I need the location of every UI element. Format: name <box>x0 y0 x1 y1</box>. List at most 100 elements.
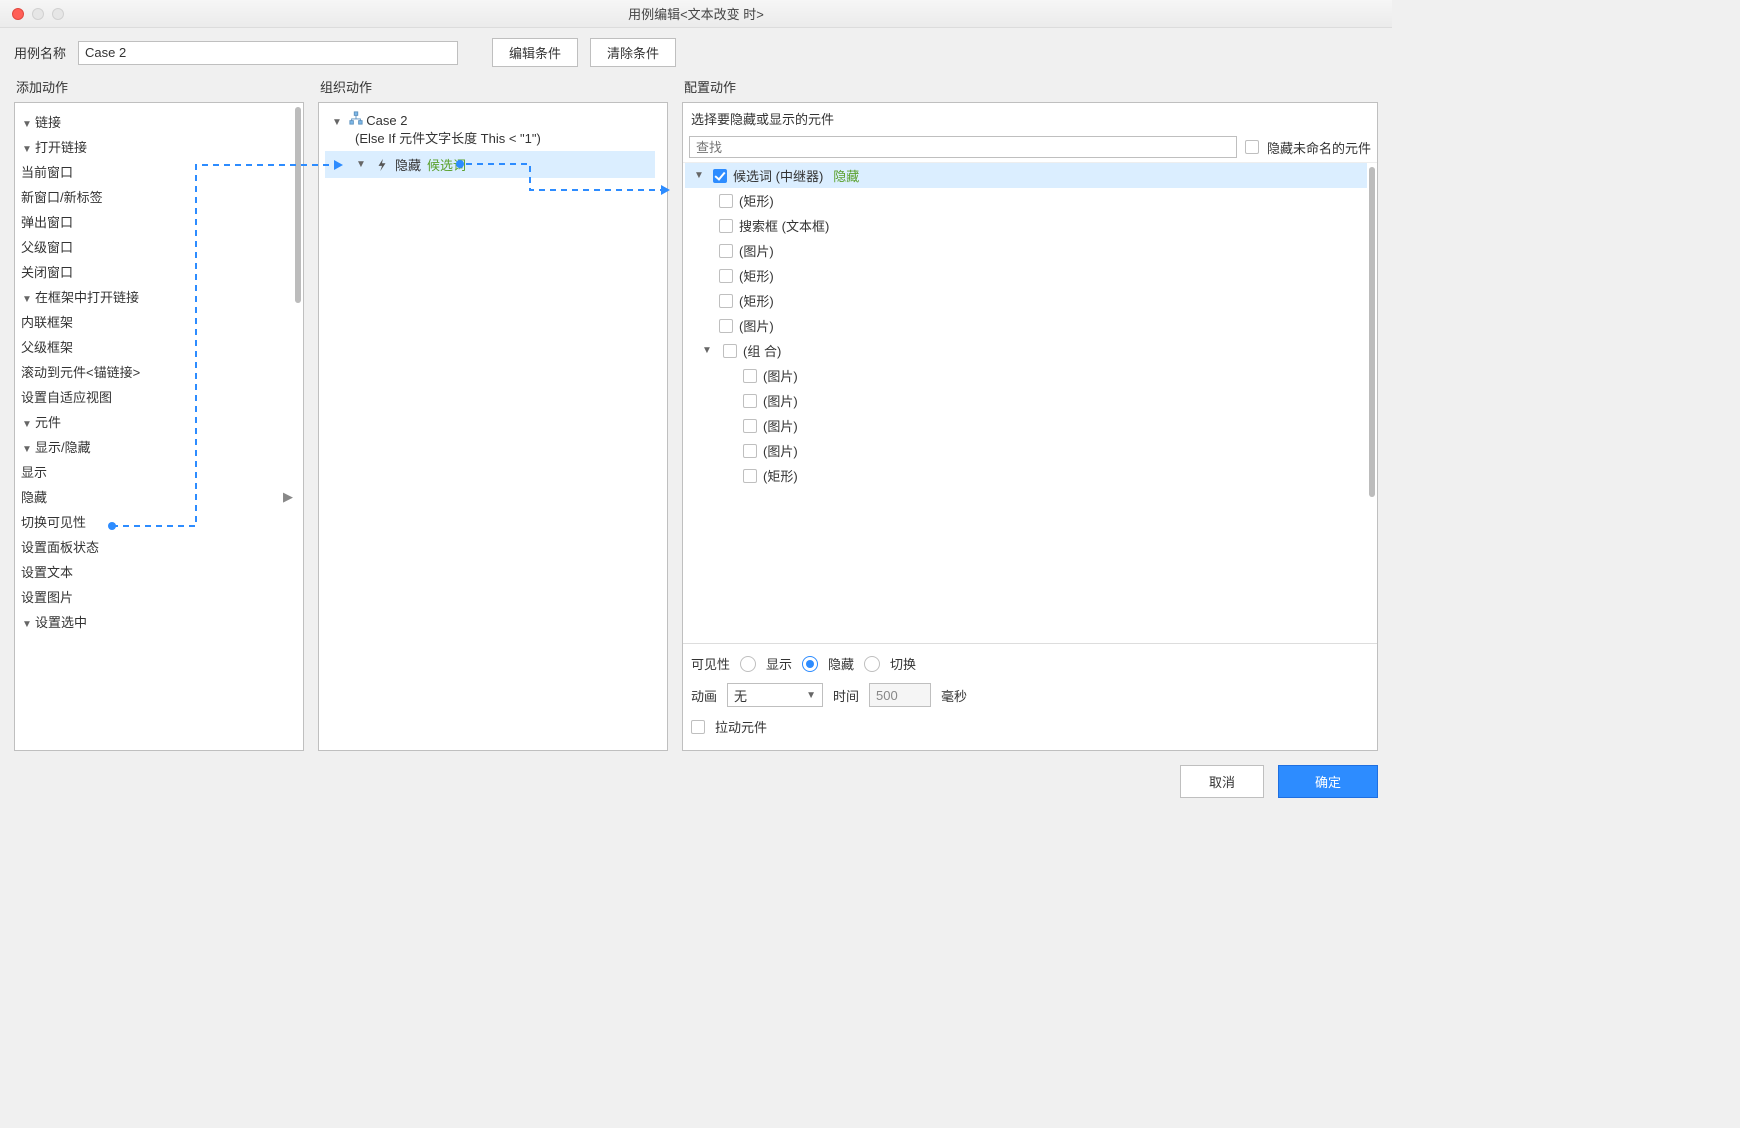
tree-close-window[interactable]: 关闭窗口 <box>21 259 291 284</box>
widget-group-rect[interactable]: (矩形) <box>685 463 1367 488</box>
widget-candidate[interactable]: ▼ 候选词 (中继器) 隐藏 <box>685 163 1367 188</box>
tree-popup-window[interactable]: 弹出窗口 <box>21 209 291 234</box>
case-label: Case 2 <box>366 113 407 128</box>
time-unit-label: 毫秒 <box>941 686 967 705</box>
widget-checkbox[interactable] <box>719 244 733 258</box>
action-tree-scroll[interactable]: ▼链接 ▼打开链接 当前窗口 新窗口/新标签 弹出窗口 父级窗口 关闭窗口 ▼在… <box>15 103 293 750</box>
disclosure-down-icon[interactable]: ▼ <box>21 619 33 630</box>
tree-inline-frame[interactable]: 内联框架 <box>21 309 291 334</box>
add-action-title: 添加动作 <box>14 73 304 102</box>
scrollbar-thumb[interactable] <box>1369 167 1375 497</box>
tree-set-adaptive[interactable]: 设置自适应视图 <box>21 384 291 409</box>
configure-pane: 选择要隐藏或显示的元件 隐藏未命名的元件 ▼ 候选词 (中继器) 隐藏 (矩形)… <box>682 102 1378 751</box>
widget-checkbox[interactable] <box>719 219 733 233</box>
disclosure-down-icon[interactable]: ▼ <box>701 345 713 356</box>
widget-group-image-4[interactable]: (图片) <box>685 438 1367 463</box>
disclosure-down-icon[interactable]: ▼ <box>355 159 367 170</box>
tree-set-panel[interactable]: 设置面板状态 <box>21 534 291 559</box>
tree-show[interactable]: 显示 <box>21 459 291 484</box>
widget-checkbox[interactable] <box>743 394 757 408</box>
window-controls <box>12 8 64 20</box>
widget-image-1[interactable]: (图片) <box>685 238 1367 263</box>
widget-searchbox[interactable]: 搜索框 (文本框) <box>685 213 1367 238</box>
configure-action-title: 配置动作 <box>682 73 1378 102</box>
widget-image-2[interactable]: (图片) <box>685 313 1367 338</box>
widget-checkbox[interactable] <box>719 294 733 308</box>
close-icon[interactable] <box>12 8 24 20</box>
window-titlebar: 用例编辑<文本改变 时> <box>0 0 1392 28</box>
tree-show-hide[interactable]: ▼显示/隐藏 <box>21 434 291 459</box>
clear-condition-button[interactable]: 清除条件 <box>590 38 676 67</box>
tree-hide[interactable]: 隐藏▶ <box>21 484 291 509</box>
chevron-down-icon: ▼ <box>806 690 816 701</box>
tree-set-selected[interactable]: ▼设置选中 <box>21 609 291 634</box>
action-target: 候选词 <box>427 155 466 174</box>
edit-condition-button[interactable]: 编辑条件 <box>492 38 578 67</box>
tree-current-window[interactable]: 当前窗口 <box>21 159 291 184</box>
widget-rect-2[interactable]: (矩形) <box>685 263 1367 288</box>
tree-open-link[interactable]: ▼打开链接 <box>21 134 291 159</box>
widget-checkbox[interactable] <box>719 319 733 333</box>
ok-button[interactable]: 确定 <box>1278 765 1378 798</box>
organize-action-section: 组织动作 ▼ Case 2 (Else If 元件文字长度 This < "1"… <box>318 73 668 751</box>
lightning-icon <box>375 158 389 172</box>
maximize-icon[interactable] <box>52 8 64 20</box>
tree-toggle-visibility[interactable]: 切换可见性 <box>21 509 291 534</box>
scrollbar-thumb[interactable] <box>295 107 301 303</box>
pull-widget-checkbox[interactable] <box>691 720 705 734</box>
tree-set-text[interactable]: 设置文本 <box>21 559 291 584</box>
widget-checkbox[interactable] <box>723 344 737 358</box>
disclosure-down-icon[interactable]: ▼ <box>21 119 33 130</box>
time-input[interactable] <box>869 683 931 707</box>
tree-parent-window[interactable]: 父级窗口 <box>21 234 291 259</box>
disclosure-down-icon[interactable]: ▼ <box>21 444 33 455</box>
configure-action-section: 配置动作 选择要隐藏或显示的元件 隐藏未命名的元件 ▼ 候选词 (中继器) 隐藏… <box>682 73 1378 751</box>
widget-group-image-2[interactable]: (图片) <box>685 388 1367 413</box>
disclosure-down-icon[interactable]: ▼ <box>21 144 33 155</box>
tree-links[interactable]: ▼链接 <box>21 109 291 134</box>
widget-rect-1[interactable]: (矩形) <box>685 188 1367 213</box>
disclosure-down-icon[interactable]: ▼ <box>21 419 33 430</box>
widget-rect-3[interactable]: (矩形) <box>685 288 1367 313</box>
animation-select[interactable]: 无 ▼ <box>727 683 823 707</box>
widget-checkbox[interactable] <box>743 369 757 383</box>
case-header-row: 用例名称 编辑条件 清除条件 <box>0 28 1392 73</box>
widget-checkbox[interactable] <box>743 444 757 458</box>
widget-checkbox[interactable] <box>719 194 733 208</box>
widget-checkbox[interactable] <box>713 169 727 183</box>
tree-parent-frame[interactable]: 父级框架 <box>21 334 291 359</box>
minimize-icon[interactable] <box>32 8 44 20</box>
widget-group-image-1[interactable]: (图片) <box>685 363 1367 388</box>
widget-checkbox[interactable] <box>719 269 733 283</box>
action-hide-row[interactable]: ▼ 隐藏 候选词 <box>325 151 655 178</box>
widget-group-image-3[interactable]: (图片) <box>685 413 1367 438</box>
widget-checkbox[interactable] <box>743 469 757 483</box>
disclosure-down-icon[interactable]: ▼ <box>21 294 33 305</box>
widget-group[interactable]: ▼(组 合) <box>685 338 1367 363</box>
case-node[interactable]: ▼ Case 2 <box>325 109 655 128</box>
cancel-button[interactable]: 取消 <box>1180 765 1264 798</box>
search-input[interactable] <box>689 136 1237 158</box>
visibility-toggle-radio[interactable] <box>864 656 880 672</box>
tree-scroll-anchor[interactable]: 滚动到元件<锚链接> <box>21 359 291 384</box>
visibility-toggle-label: 切换 <box>890 654 916 673</box>
visibility-hide-radio[interactable] <box>802 656 818 672</box>
case-name-input[interactable] <box>78 41 458 65</box>
chevron-right-icon: ▶ <box>283 489 291 505</box>
hide-unnamed-checkbox[interactable] <box>1245 140 1259 154</box>
tree-open-in-frame[interactable]: ▼在框架中打开链接 <box>21 284 291 309</box>
disclosure-down-icon[interactable]: ▼ <box>693 170 705 181</box>
disclosure-down-icon[interactable]: ▼ <box>331 117 343 128</box>
case-condition[interactable]: (Else If 元件文字长度 This < "1") <box>325 128 655 149</box>
widget-checkbox[interactable] <box>743 419 757 433</box>
dialog-footer: 取消 确定 <box>0 751 1392 798</box>
animation-label: 动画 <box>691 686 717 705</box>
tree-set-image[interactable]: 设置图片 <box>21 584 291 609</box>
visibility-label: 可见性 <box>691 654 730 673</box>
tree-new-window[interactable]: 新窗口/新标签 <box>21 184 291 209</box>
hide-unnamed-label: 隐藏未命名的元件 <box>1267 138 1371 157</box>
case-name-label: 用例名称 <box>14 43 66 62</box>
widget-list[interactable]: ▼ 候选词 (中继器) 隐藏 (矩形) 搜索框 (文本框) (图片) (矩形) … <box>683 163 1367 643</box>
visibility-show-radio[interactable] <box>740 656 756 672</box>
tree-widgets[interactable]: ▼元件 <box>21 409 291 434</box>
